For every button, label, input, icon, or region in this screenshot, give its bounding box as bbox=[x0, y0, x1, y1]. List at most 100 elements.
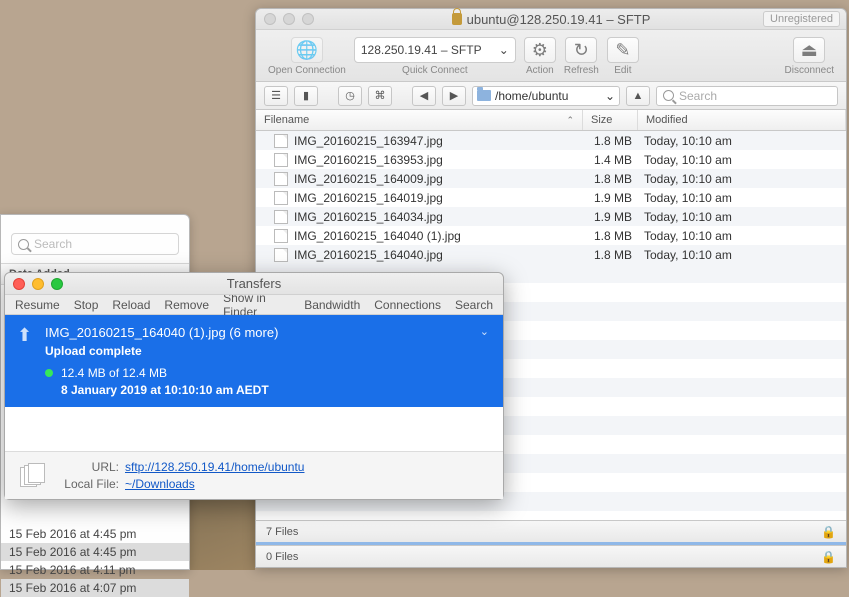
titlebar[interactable]: Transfers bbox=[5, 273, 503, 295]
url-label: URL: bbox=[57, 460, 119, 474]
transfers-window: Transfers Resume Stop Reload Remove Show… bbox=[4, 272, 504, 500]
file-size: 1.9 MB bbox=[583, 210, 638, 224]
chevron-down-icon: ⌄ bbox=[605, 89, 615, 103]
file-icon bbox=[274, 172, 288, 186]
file-size: 1.8 MB bbox=[583, 134, 638, 148]
upload-icon: ⬆ bbox=[17, 325, 32, 346]
documents-icon bbox=[17, 460, 47, 490]
file-name: IMG_20160215_164019.jpg bbox=[294, 191, 443, 205]
transfer-item[interactable]: ⬆ ⌄ IMG_20160215_164040 (1).jpg (6 more)… bbox=[5, 315, 503, 407]
file-size: 1.8 MB bbox=[583, 172, 638, 186]
file-icon bbox=[274, 210, 288, 224]
transfer-filename: IMG_20160215_164040 (1).jpg (6 more) bbox=[45, 325, 491, 340]
file-name: IMG_20160215_164040 (1).jpg bbox=[294, 229, 461, 243]
gear-icon: ⚙ bbox=[532, 40, 548, 61]
connections-button[interactable]: Connections bbox=[374, 298, 441, 312]
nav-up-button[interactable]: ▲ bbox=[626, 86, 650, 106]
table-row[interactable]: IMG_20160215_164034.jpg1.9 MBToday, 10:1… bbox=[256, 207, 846, 226]
file-modified: Today, 10:10 am bbox=[638, 172, 846, 186]
finder-row[interactable]: 15 Feb 2016 at 4:45 pm bbox=[1, 543, 189, 561]
file-modified: Today, 10:10 am bbox=[638, 248, 846, 262]
action-button[interactable]: ⚙ Action bbox=[524, 37, 556, 76]
file-icon bbox=[274, 153, 288, 167]
path-value: /home/ubuntu bbox=[495, 89, 568, 103]
unregistered-badge[interactable]: Unregistered bbox=[763, 11, 840, 27]
url-link[interactable]: sftp://128.250.19.41/home/ubuntu bbox=[125, 460, 304, 474]
table-row[interactable]: IMG_20160215_163953.jpg 1.4 MBToday, 10:1… bbox=[256, 150, 846, 169]
file-modified: Today, 10:10 am bbox=[638, 134, 846, 148]
status-bar-local: 0 Files 🔒 bbox=[256, 545, 846, 567]
finder-row[interactable]: 15 Feb 2016 at 4:11 pm bbox=[1, 561, 189, 579]
edit-button[interactable]: ✎ Edit bbox=[607, 37, 639, 76]
bandwidth-button[interactable]: Bandwidth bbox=[304, 298, 360, 312]
close-icon[interactable] bbox=[264, 13, 276, 25]
file-size: 1.9 MB bbox=[583, 191, 638, 205]
file-size: 1.8 MB bbox=[583, 248, 638, 262]
action-label: Action bbox=[526, 65, 554, 76]
search-button[interactable]: Search bbox=[455, 298, 493, 312]
view-column-button[interactable]: ▮ bbox=[294, 86, 318, 106]
remove-button[interactable]: Remove bbox=[164, 298, 209, 312]
file-modified: Today, 10:10 am bbox=[638, 191, 846, 205]
zoom-icon[interactable] bbox=[302, 13, 314, 25]
file-name: IMG_20160215_163953.jpg bbox=[294, 153, 443, 167]
table-row[interactable]: IMG_20160215_164009.jpg 1.8 MBToday, 10:1… bbox=[256, 169, 846, 188]
search-placeholder: Search bbox=[679, 89, 717, 103]
history-button[interactable]: ◷ bbox=[338, 86, 362, 106]
status-file-count: 7 Files bbox=[266, 526, 298, 538]
stop-button[interactable]: Stop bbox=[74, 298, 99, 312]
file-list: IMG_20160215_163947.jpg1.8 MBToday, 10:1… bbox=[256, 131, 846, 264]
finder-row[interactable]: 15 Feb 2016 at 4:45 pm bbox=[1, 525, 189, 543]
local-file-label: Local File: bbox=[57, 477, 119, 491]
column-headers: Filename ⌃ Size Modified bbox=[256, 110, 846, 131]
bonjour-button[interactable]: ⌘ bbox=[368, 86, 392, 106]
column-filename[interactable]: Filename ⌃ bbox=[256, 110, 583, 130]
sort-ascending-icon: ⌃ bbox=[566, 115, 574, 126]
file-icon bbox=[274, 134, 288, 148]
search-input[interactable]: Search bbox=[656, 86, 838, 106]
nav-forward-button[interactable]: ▶ bbox=[442, 86, 466, 106]
path-dropdown[interactable]: /home/ubuntu ⌄ bbox=[472, 86, 620, 106]
lock-icon bbox=[452, 13, 462, 25]
search-icon bbox=[663, 90, 674, 101]
finder-row[interactable]: 15 Feb 2016 at 4:07 pm bbox=[1, 579, 189, 597]
file-name: IMG_20160215_164034.jpg bbox=[294, 210, 443, 224]
transfers-toolbar: Resume Stop Reload Remove Show in Finder… bbox=[5, 295, 503, 315]
resume-button[interactable]: Resume bbox=[15, 298, 60, 312]
finder-search-input[interactable]: Search bbox=[11, 233, 179, 255]
open-connection-button[interactable]: 🌐 Open Connection bbox=[268, 37, 346, 76]
transfers-footer: URL: sftp://128.250.19.41/home/ubuntu Lo… bbox=[5, 451, 503, 499]
file-name: IMG_20160215_164009.jpg bbox=[294, 172, 443, 186]
folder-icon bbox=[477, 90, 491, 101]
navbar: ☰ ▮ ◷ ⌘ ◀ ▶ /home/ubuntu ⌄ ▲ Search bbox=[256, 82, 846, 110]
quick-connect-dropdown[interactable]: 128.250.19.41 – SFTP ⌄ Quick Connect bbox=[354, 37, 516, 76]
local-file-link[interactable]: ~/Downloads bbox=[125, 477, 195, 491]
disconnect-button[interactable]: ⏏ Disconnect bbox=[785, 37, 834, 76]
transfers-empty-area bbox=[5, 407, 503, 451]
titlebar[interactable]: ubuntu@128.250.19.41 – SFTP Unregistered bbox=[256, 9, 846, 30]
window-title: ubuntu@128.250.19.41 – SFTP bbox=[467, 12, 651, 27]
expand-icon[interactable]: ⌄ bbox=[480, 325, 489, 338]
column-modified[interactable]: Modified bbox=[638, 110, 846, 130]
table-row[interactable]: IMG_20160215_163947.jpg1.8 MBToday, 10:1… bbox=[256, 131, 846, 150]
file-icon bbox=[274, 229, 288, 243]
file-size: 1.4 MB bbox=[583, 153, 638, 167]
refresh-button[interactable]: ↻ Refresh bbox=[564, 37, 599, 76]
quick-connect-label: Quick Connect bbox=[402, 65, 468, 76]
finder-search-placeholder: Search bbox=[34, 237, 72, 251]
table-row[interactable]: IMG_20160215_164019.jpg 1.9 MBToday, 10:1… bbox=[256, 188, 846, 207]
chevron-down-icon: ⌄ bbox=[499, 43, 509, 57]
reload-button[interactable]: Reload bbox=[112, 298, 150, 312]
disconnect-label: Disconnect bbox=[785, 65, 834, 76]
table-row[interactable]: IMG_20160215_164040 (1).jpg1.8 MBToday, … bbox=[256, 226, 846, 245]
pencil-icon: ✎ bbox=[615, 40, 630, 61]
column-size[interactable]: Size bbox=[583, 110, 638, 130]
transfer-progress: 12.4 MB of 12.4 MB bbox=[61, 366, 167, 380]
quick-connect-value: 128.250.19.41 – SFTP bbox=[361, 43, 482, 57]
view-list-button[interactable]: ☰ bbox=[264, 86, 288, 106]
table-row[interactable]: IMG_20160215_164040.jpg1.8 MBToday, 10:1… bbox=[256, 245, 846, 264]
window-controls bbox=[264, 13, 314, 25]
minimize-icon[interactable] bbox=[283, 13, 295, 25]
nav-back-button[interactable]: ◀ bbox=[412, 86, 436, 106]
file-modified: Today, 10:10 am bbox=[638, 153, 846, 167]
